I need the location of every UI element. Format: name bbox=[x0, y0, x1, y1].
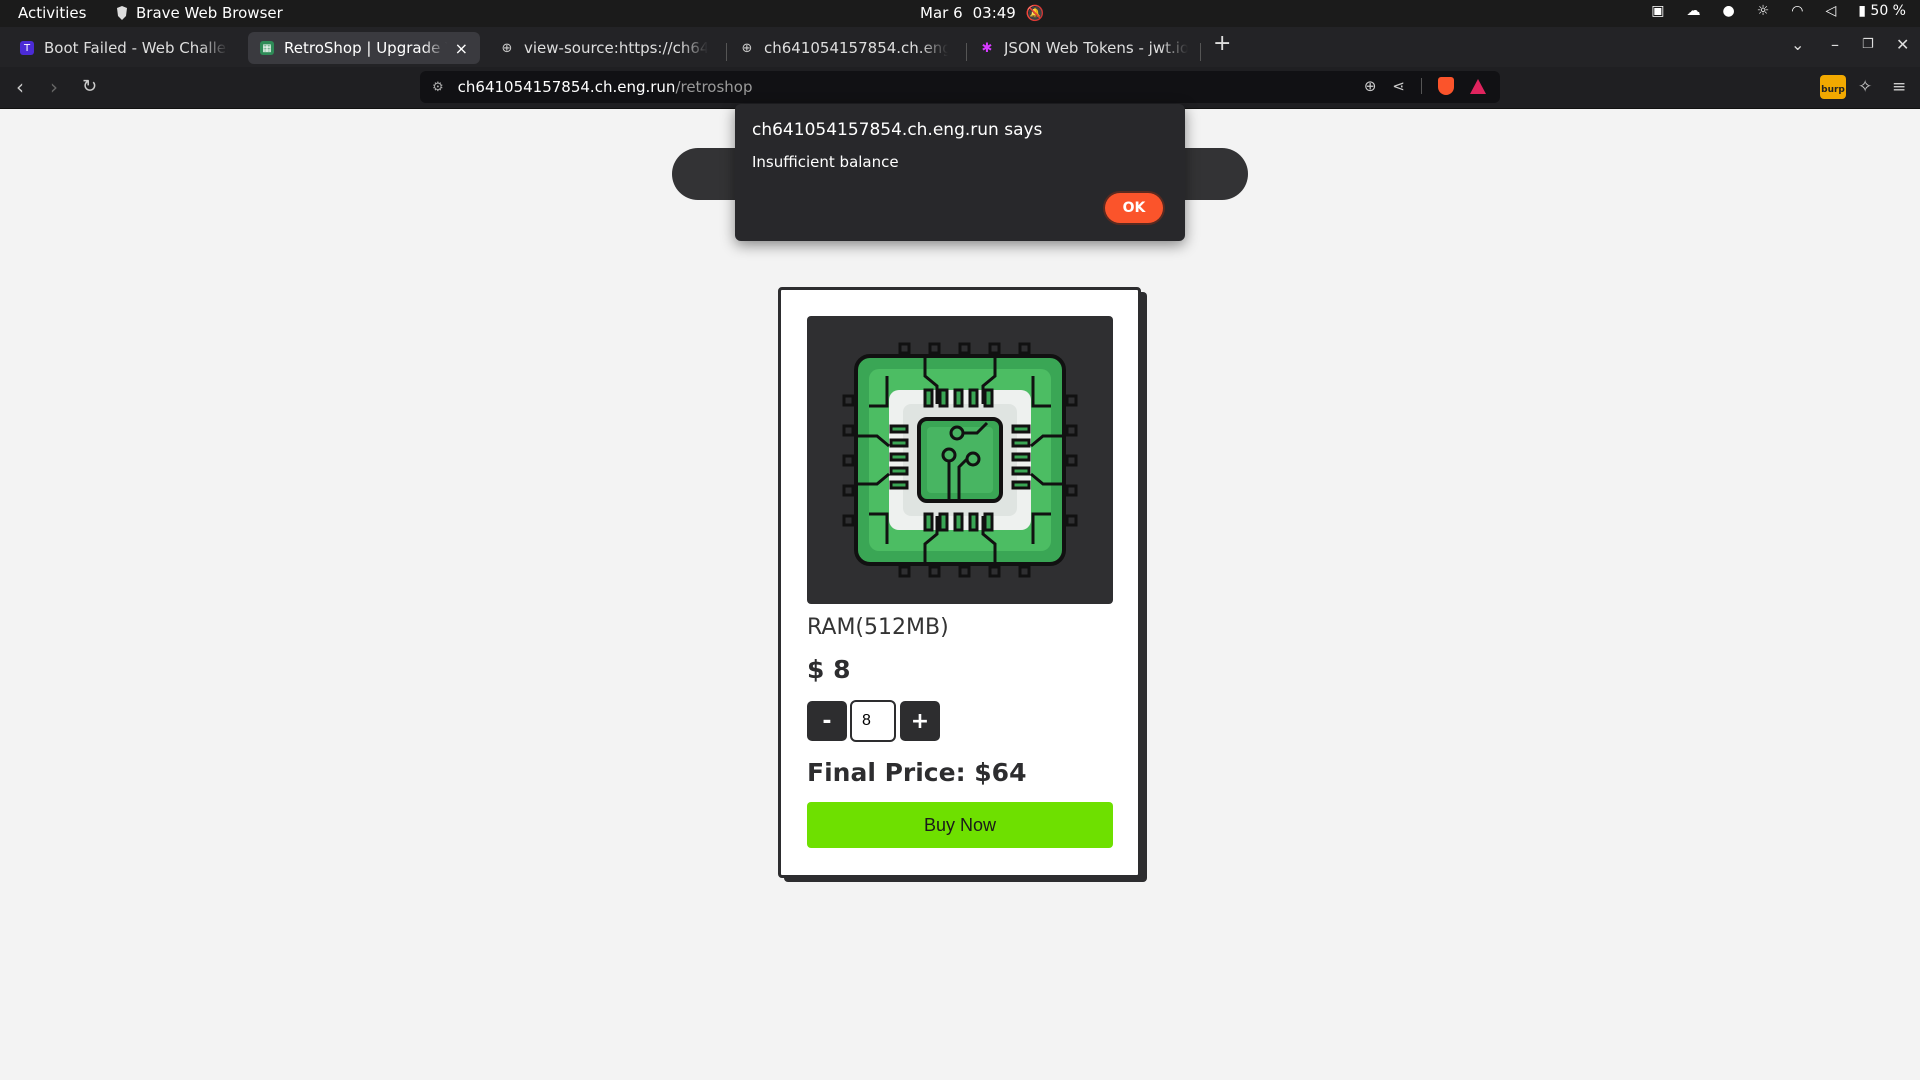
battery-indicator: ▮ 50 % bbox=[1858, 3, 1906, 19]
tab-view-source[interactable]: ⊕ view-source:https://ch641054157854.ch.… bbox=[488, 32, 720, 64]
url-path: /retroshop bbox=[675, 78, 753, 96]
final-price: Final Price: $64 bbox=[807, 758, 1027, 787]
share-icon[interactable]: ⋖ bbox=[1392, 77, 1405, 95]
activities-button[interactable]: Activities bbox=[18, 4, 86, 22]
tab-retroshop-url[interactable]: ⊕ ch641054157854.ch.eng.run/retroshop bbox=[728, 32, 960, 64]
address-bar[interactable]: ⚙ ch641054157854.ch.eng.run/retroshop ⊕ … bbox=[420, 71, 1500, 103]
url-divider bbox=[1421, 78, 1422, 94]
new-tab-button[interactable]: + bbox=[1213, 31, 1231, 56]
tab-title: RetroShop | Upgrade Your PC bbox=[284, 39, 447, 57]
brave-lion-icon bbox=[117, 6, 127, 20]
tab-strip: T Boot Failed - Web Challenge ▦ RetroSho… bbox=[0, 27, 1920, 67]
globe-icon: ⊕ bbox=[741, 40, 753, 56]
dialog-ok-button[interactable]: OK bbox=[1105, 193, 1163, 223]
cloud-icon: ☁ bbox=[1686, 3, 1701, 19]
product-image bbox=[807, 316, 1113, 604]
tab-title: Boot Failed - Web Challenge bbox=[44, 39, 228, 57]
volume-icon: ◁ bbox=[1825, 3, 1837, 19]
tab-close-icon[interactable]: × bbox=[455, 39, 468, 58]
close-window-icon[interactable]: ✕ bbox=[1896, 35, 1909, 54]
brightness-icon: ☼ bbox=[1756, 3, 1770, 19]
notification-muted-icon: 🔕 bbox=[1025, 4, 1045, 22]
tab-jwt-io[interactable]: ✱ JSON Web Tokens - jwt.io bbox=[968, 32, 1200, 64]
buy-now-button[interactable]: Buy Now bbox=[807, 802, 1113, 848]
dialog-title: ch641054157854.ch.eng.run says bbox=[752, 120, 1043, 140]
tab-title: JSON Web Tokens - jwt.io bbox=[1004, 39, 1188, 57]
tab-search-chevron-icon[interactable]: ⌄ bbox=[1791, 35, 1804, 54]
cpu-chip-icon bbox=[842, 342, 1078, 578]
tab-boot-failed[interactable]: T Boot Failed - Web Challenge bbox=[8, 32, 240, 64]
url-host: ch641054157854.ch.eng.run bbox=[457, 78, 676, 96]
forward-icon[interactable]: › bbox=[50, 75, 58, 99]
decrease-quantity-button[interactable]: - bbox=[807, 701, 847, 741]
tab-title: ch641054157854.ch.eng.run/retroshop bbox=[764, 39, 948, 57]
brave-shields-icon[interactable] bbox=[1438, 77, 1454, 95]
battery-percent: 50 % bbox=[1870, 3, 1906, 19]
product-price: $ 8 bbox=[807, 655, 851, 684]
tab-divider bbox=[1200, 43, 1201, 61]
increase-quantity-button[interactable]: + bbox=[900, 701, 940, 741]
tab-favicon-icon: T bbox=[20, 41, 34, 55]
app-name: Brave Web Browser bbox=[136, 4, 283, 22]
tab-retroshop[interactable]: ▦ RetroShop | Upgrade Your PC × bbox=[248, 32, 480, 64]
wifi-icon: ◠ bbox=[1791, 3, 1804, 19]
back-icon[interactable]: ‹ bbox=[16, 75, 24, 99]
product-name: RAM(512MB) bbox=[807, 615, 949, 640]
zoom-icon[interactable]: ⊕ bbox=[1364, 77, 1377, 95]
extensions-icon[interactable]: ✧ bbox=[1858, 77, 1872, 97]
tab-favicon-icon: ▦ bbox=[260, 41, 274, 55]
alert-dialog: ch641054157854.ch.eng.run says Insuffici… bbox=[735, 104, 1185, 241]
dialog-message: Insufficient balance bbox=[752, 153, 899, 171]
menu-icon[interactable]: ≡ bbox=[1892, 77, 1906, 97]
time: 03:49 bbox=[972, 4, 1016, 22]
globe-icon: ⊕ bbox=[501, 40, 513, 56]
burp-extension-icon[interactable]: burp bbox=[1820, 75, 1846, 99]
globe-icon: ● bbox=[1722, 3, 1735, 19]
system-tray[interactable]: ▣ ☁ ● ☼ ◠ ◁ ▮ 50 % bbox=[1651, 3, 1906, 19]
discord-icon: ▣ bbox=[1651, 3, 1665, 19]
date: Mar 6 bbox=[920, 4, 963, 22]
system-top-bar: Activities Brave Web Browser Mar 6 03:49… bbox=[0, 0, 1920, 27]
app-menu[interactable]: Brave Web Browser bbox=[116, 4, 283, 22]
brave-rewards-icon[interactable] bbox=[1470, 78, 1486, 94]
battery-icon: ▮ bbox=[1858, 3, 1871, 19]
tab-title: view-source:https://ch641054157854.ch.en… bbox=[524, 39, 708, 57]
jwt-icon: ✱ bbox=[981, 40, 993, 56]
browser-toolbar: ‹ › ↻ ⚙ ch641054157854.ch.eng.run/retros… bbox=[0, 67, 1920, 109]
site-info-icon[interactable]: ⚙ bbox=[432, 80, 444, 95]
quantity-input[interactable] bbox=[850, 700, 896, 742]
tab-divider bbox=[726, 43, 727, 61]
minimize-icon[interactable]: – bbox=[1831, 35, 1839, 54]
clock[interactable]: Mar 6 03:49 🔕 bbox=[920, 4, 1045, 22]
restore-icon[interactable]: ❐ bbox=[1862, 37, 1874, 52]
tab-divider bbox=[966, 43, 967, 61]
reload-icon[interactable]: ↻ bbox=[82, 76, 97, 97]
